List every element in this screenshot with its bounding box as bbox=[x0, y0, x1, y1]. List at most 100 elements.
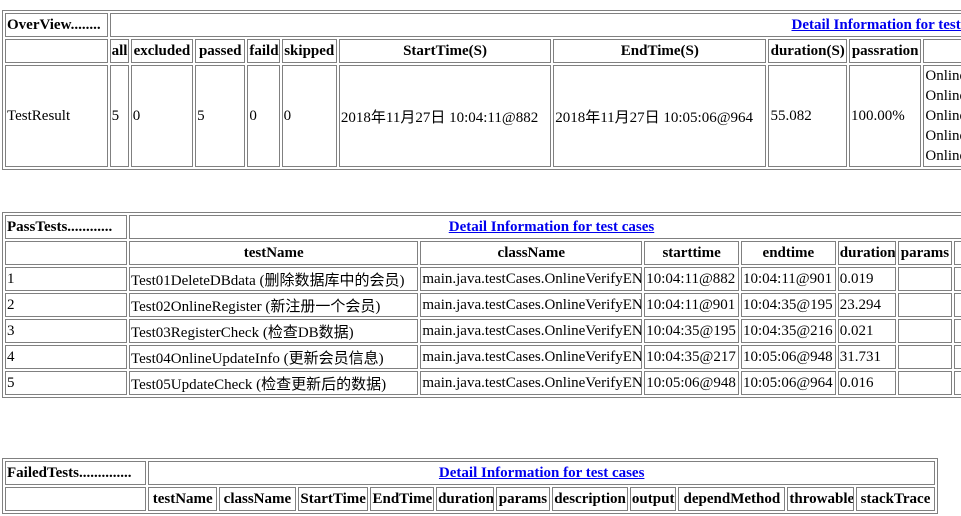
row-endtime: 10:04:35@195 bbox=[741, 293, 836, 317]
table-row: 1 Test01DeleteDBdata (删除数据库中的会员) main.ja… bbox=[5, 267, 961, 291]
row-class-name: main.java.testCases.OnlineVerifyEN bbox=[420, 319, 643, 343]
header-test-name: testName bbox=[148, 487, 218, 511]
row-params bbox=[898, 293, 952, 317]
value-passration: 100.00% bbox=[848, 65, 922, 167]
header-params: params bbox=[495, 487, 551, 511]
header-test-name: testName bbox=[129, 241, 419, 265]
header-duration: duration(S) bbox=[768, 39, 847, 63]
row-index: 4 bbox=[5, 345, 127, 369]
overview-header-extra bbox=[923, 39, 961, 63]
row-params bbox=[898, 345, 952, 369]
header-depend-method: dependMethod bbox=[678, 487, 786, 511]
pass-header-empty bbox=[5, 241, 127, 265]
header-faild: faild bbox=[247, 39, 280, 63]
header-skipped: skipped bbox=[281, 39, 337, 63]
row-params bbox=[898, 371, 952, 395]
row-endtime: 10:05:06@948 bbox=[741, 345, 836, 369]
row-extra bbox=[953, 293, 961, 317]
pass-tests-detail-link[interactable]: Detail Information for test cases bbox=[449, 219, 655, 235]
header-all: all bbox=[109, 39, 129, 63]
failed-tests-detail-link[interactable]: Detail Information for test cases bbox=[439, 465, 645, 481]
table-row: 3 Test03RegisterCheck (检查DB数据) main.java… bbox=[5, 319, 961, 343]
header-duration: duration bbox=[436, 487, 494, 511]
row-endtime: 10:04:35@216 bbox=[741, 319, 836, 343]
row-class-name: main.java.testCases.OnlineVerifyEN bbox=[420, 371, 643, 395]
header-duration: duration bbox=[837, 241, 897, 265]
table-row: 2 Test02OnlineRegister (新注册一个会员) main.ja… bbox=[5, 293, 961, 317]
header-class-name: className bbox=[420, 241, 643, 265]
header-start-time: StartTime bbox=[297, 487, 369, 511]
row-index: 1 bbox=[5, 267, 127, 291]
failed-tests-table: FailedTests.............. Detail Informa… bbox=[2, 458, 938, 514]
online-list-item: Online bbox=[925, 88, 961, 104]
overview-table: OverView........ Detail Information for … bbox=[2, 10, 961, 170]
row-extra bbox=[953, 345, 961, 369]
failed-header-empty bbox=[5, 487, 147, 511]
pass-header-extra bbox=[953, 241, 961, 265]
row-test-name: Test04OnlineUpdateInfo (更新会员信息) bbox=[129, 345, 419, 369]
header-excluded: excluded bbox=[130, 39, 194, 63]
row-starttime: 10:04:11@882 bbox=[644, 267, 739, 291]
row-extra bbox=[953, 267, 961, 291]
row-duration: 31.731 bbox=[837, 345, 897, 369]
test-result-label: TestResult bbox=[5, 65, 108, 167]
row-class-name: main.java.testCases.OnlineVerifyEN bbox=[420, 267, 643, 291]
header-passration: passration bbox=[848, 39, 922, 63]
row-test-name: Test03RegisterCheck (检查DB数据) bbox=[129, 319, 419, 343]
row-index: 2 bbox=[5, 293, 127, 317]
overview-detail-link[interactable]: Detail Information for test cases bbox=[791, 17, 961, 33]
value-end-time: 2018年11月27日 10:05:06@964 bbox=[553, 65, 767, 167]
row-index: 3 bbox=[5, 319, 127, 343]
row-endtime: 10:04:11@901 bbox=[741, 267, 836, 291]
value-all: 5 bbox=[109, 65, 129, 167]
header-end-time: EndTime(S) bbox=[553, 39, 767, 63]
table-row: 5 Test05UpdateCheck (检查更新后的数据) main.java… bbox=[5, 371, 961, 395]
value-skipped: 0 bbox=[281, 65, 337, 167]
online-list-item: Online bbox=[925, 108, 961, 124]
row-test-name: Test01DeleteDBdata (删除数据库中的会员) bbox=[129, 267, 419, 291]
row-endtime: 10:05:06@964 bbox=[741, 371, 836, 395]
row-class-name: main.java.testCases.OnlineVerifyEN bbox=[420, 345, 643, 369]
online-list-item: Online bbox=[925, 68, 961, 84]
row-duration: 0.016 bbox=[837, 371, 897, 395]
header-description: description bbox=[552, 487, 628, 511]
row-extra bbox=[953, 371, 961, 395]
row-starttime: 10:04:35@195 bbox=[644, 319, 739, 343]
row-starttime: 10:05:06@948 bbox=[644, 371, 739, 395]
header-stack-trace: stackTrace bbox=[856, 487, 935, 511]
value-start-time: 2018年11月27日 10:04:11@882 bbox=[338, 65, 552, 167]
header-end-time: EndTime bbox=[370, 487, 435, 511]
online-list-item: Online bbox=[925, 148, 961, 164]
row-starttime: 10:04:35@217 bbox=[644, 345, 739, 369]
row-duration: 0.019 bbox=[837, 267, 897, 291]
row-duration: 0.021 bbox=[837, 319, 897, 343]
row-test-name: Test05UpdateCheck (检查更新后的数据) bbox=[129, 371, 419, 395]
header-throwable: throwable bbox=[787, 487, 855, 511]
row-extra bbox=[953, 319, 961, 343]
row-starttime: 10:04:11@901 bbox=[644, 293, 739, 317]
header-output: output bbox=[629, 487, 677, 511]
row-class-name: main.java.testCases.OnlineVerifyEN bbox=[420, 293, 643, 317]
table-row: 4 Test04OnlineUpdateInfo (更新会员信息) main.j… bbox=[5, 345, 961, 369]
pass-tests-table: PassTests............ Detail Information… bbox=[2, 212, 961, 398]
row-index: 5 bbox=[5, 371, 127, 395]
value-passed: 5 bbox=[195, 65, 246, 167]
value-excluded: 0 bbox=[130, 65, 194, 167]
overview-section-label: OverView........ bbox=[5, 13, 108, 37]
online-list: Online Online Online Online Online bbox=[923, 65, 961, 167]
row-params bbox=[898, 319, 952, 343]
header-class-name: className bbox=[219, 487, 296, 511]
header-starttime: starttime bbox=[644, 241, 739, 265]
header-start-time: StartTime(S) bbox=[338, 39, 552, 63]
row-params bbox=[898, 267, 952, 291]
failed-tests-section-label: FailedTests.............. bbox=[5, 461, 147, 485]
header-endtime: endtime bbox=[741, 241, 836, 265]
header-passed: passed bbox=[195, 39, 246, 63]
pass-tests-section-label: PassTests............ bbox=[5, 215, 127, 239]
online-list-item: Online bbox=[925, 128, 961, 144]
value-duration: 55.082 bbox=[768, 65, 847, 167]
overview-header-empty bbox=[5, 39, 108, 63]
header-params: params bbox=[898, 241, 952, 265]
value-faild: 0 bbox=[247, 65, 280, 167]
row-duration: 23.294 bbox=[837, 293, 897, 317]
